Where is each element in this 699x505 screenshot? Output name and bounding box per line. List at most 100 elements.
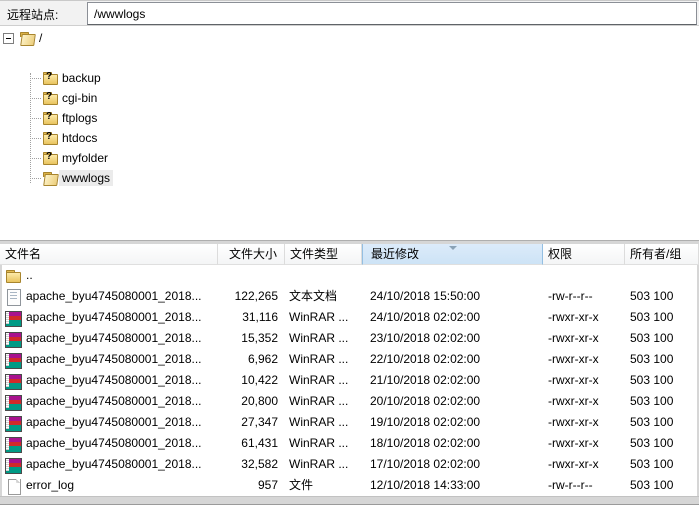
owner-cell: 503 100 [625,412,697,433]
owner-cell: 503 100 [625,433,697,454]
open-folder-icon [42,170,59,186]
folder-icon [5,268,22,284]
winrar-archive-icon [5,436,22,452]
file-type-cell: WinRAR ... [285,307,362,328]
modified-cell: 22/10/2018 02:02:00 [362,349,543,370]
column-header-label: 文件名 [5,247,41,261]
permissions-cell: -rwxr-xr-x [543,328,625,349]
file-size-cell: 957 [218,475,285,496]
file-size-cell: 15,352 [218,328,285,349]
file-type-cell: WinRAR ... [285,412,362,433]
file-name-cell: apache_byu4745080001_2018... [2,328,218,349]
remote-site-label: 远程站点: [7,6,58,23]
column-header-owner[interactable]: 所有者/组 [625,244,699,265]
table-row[interactable]: .. [2,265,697,286]
file-type-cell: 文件 [285,475,362,496]
modified-cell: 19/10/2018 02:02:00 [362,412,543,433]
file-name-cell: error_log [2,475,218,496]
file-size-cell: 6,962 [218,349,285,370]
collapse-toggle-icon[interactable] [3,33,14,44]
file-list: ..apache_byu4745080001_2018...122,265文本文… [0,265,699,496]
tree-item-label: backup [59,70,104,86]
owner-cell: 503 100 [625,328,697,349]
column-header-perms[interactable]: 权限 [543,244,625,265]
file-size-cell: 122,265 [218,286,285,307]
file-icon [5,478,22,494]
table-row[interactable]: apache_byu4745080001_2018...122,265文本文档2… [2,286,697,307]
modified-cell [362,265,543,286]
column-header-size[interactable]: 文件大小 [218,244,285,265]
permissions-cell [543,265,625,286]
table-row[interactable]: apache_byu4745080001_2018...27,347WinRAR… [2,412,697,433]
folder-question-icon: ? [42,110,59,126]
file-type-cell: WinRAR ... [285,370,362,391]
file-list-header: 文件名 文件大小文件类型 最近修改 权限所有者/组 [0,244,699,265]
file-name-label: apache_byu4745080001_2018... [26,391,202,412]
file-name-cell: apache_byu4745080001_2018... [2,454,218,475]
column-header-label: 文件类型 [290,247,338,261]
table-row[interactable]: apache_byu4745080001_2018... 10,422WinRAR… [2,370,697,391]
remote-panel: 远程站点: / ?backup?cgi-bin?ftplogs?htdocs?m… [0,0,699,505]
file-name-label: apache_byu4745080001_2018... [26,454,202,475]
question-mark: ? [46,71,52,82]
winrar-archive-icon [5,331,22,347]
file-size-cell: 31,116 [218,307,285,328]
modified-cell: 20/10/2018 02:02:00 [362,391,543,412]
question-mark: ? [46,91,52,102]
table-row[interactable]: apache_byu4745080001_2018...61,431WinRAR… [2,433,697,454]
tree-item-myfolder[interactable]: ? myfolder [0,148,111,168]
tree-item-label: htdocs [59,130,100,146]
file-name-label: .. [26,265,33,286]
file-size-cell: 10,422 [218,370,285,391]
file-name-cell: apache_byu4745080001_2018... [2,433,218,454]
permissions-cell: -rwxr-xr-x [543,349,625,370]
owner-cell: 503 100 [625,349,697,370]
file-name-cell: apache_byu4745080001_2018... [2,370,218,391]
owner-cell: 503 100 [625,475,697,496]
column-header-modified[interactable]: 最近修改 [362,244,543,265]
file-type-cell: WinRAR ... [285,391,362,412]
table-row[interactable]: apache_byu4745080001_2018...31,116WinRAR… [2,307,697,328]
question-mark: ? [46,151,52,162]
owner-cell: 503 100 [625,286,697,307]
question-mark: ? [46,111,52,122]
tree-item-label: cgi-bin [59,90,100,106]
table-row[interactable]: apache_byu4745080001_2018...20,800WinRAR… [2,391,697,412]
tree-item-ftplogs[interactable]: ?ftplogs [0,108,100,128]
modified-cell: 24/10/2018 02:02:00 [362,307,543,328]
table-row[interactable]: apache_byu4745080001_2018...15,352WinRAR… [2,328,697,349]
file-name-label: error_log [26,475,74,496]
remote-site-input[interactable] [87,2,697,25]
table-row[interactable]: apache_byu4745080001_2018...6,962WinRAR … [2,349,697,370]
tree-item-label: myfolder [59,150,111,166]
modified-cell: 24/10/2018 15:50:00 [362,286,543,307]
open-folder-icon [19,30,36,46]
file-name-cell: apache_byu4745080001_2018... [2,286,218,307]
tree-item-backup[interactable]: ? backup [0,68,104,88]
permissions-cell: -rwxr-xr-x [543,370,625,391]
owner-cell: 503 100 [625,454,697,475]
folder-question-icon: ? [42,90,59,106]
permissions-cell: -rwxr-xr-x [543,412,625,433]
owner-cell: 503 100 [625,370,697,391]
column-header-label: 最近修改 [371,247,419,261]
tree-item-wwwlogs[interactable]: wwwlogs [0,168,113,188]
table-row[interactable]: apache_byu4745080001_2018...32,582WinRAR… [2,454,697,475]
tree-item-cgi-bin[interactable]: ? cgi-bin [0,88,100,108]
file-size-cell: 61,431 [218,433,285,454]
file-name-label: apache_byu4745080001_2018... [26,370,202,391]
file-type-cell: WinRAR ... [285,433,362,454]
table-row[interactable]: error_log957文件12/10/2018 14:33:00-rw-r--… [2,475,697,496]
file-name-cell: .. [2,265,218,286]
file-name-cell: apache_byu4745080001_2018... [2,391,218,412]
tree-item-htdocs[interactable]: ?htdocs [0,128,100,148]
file-name-label: apache_byu4745080001_2018... [26,349,202,370]
column-header-name[interactable]: 文件名 [0,244,218,265]
file-name-cell: apache_byu4745080001_2018... [2,307,218,328]
file-name-cell: apache_byu4745080001_2018... [2,349,218,370]
winrar-archive-icon [5,352,22,368]
file-size-cell: 32,582 [218,454,285,475]
permissions-cell: -rwxr-xr-x [543,391,625,412]
column-header-type[interactable]: 文件类型 [285,244,362,265]
tree-item-root[interactable]: / [0,28,45,48]
